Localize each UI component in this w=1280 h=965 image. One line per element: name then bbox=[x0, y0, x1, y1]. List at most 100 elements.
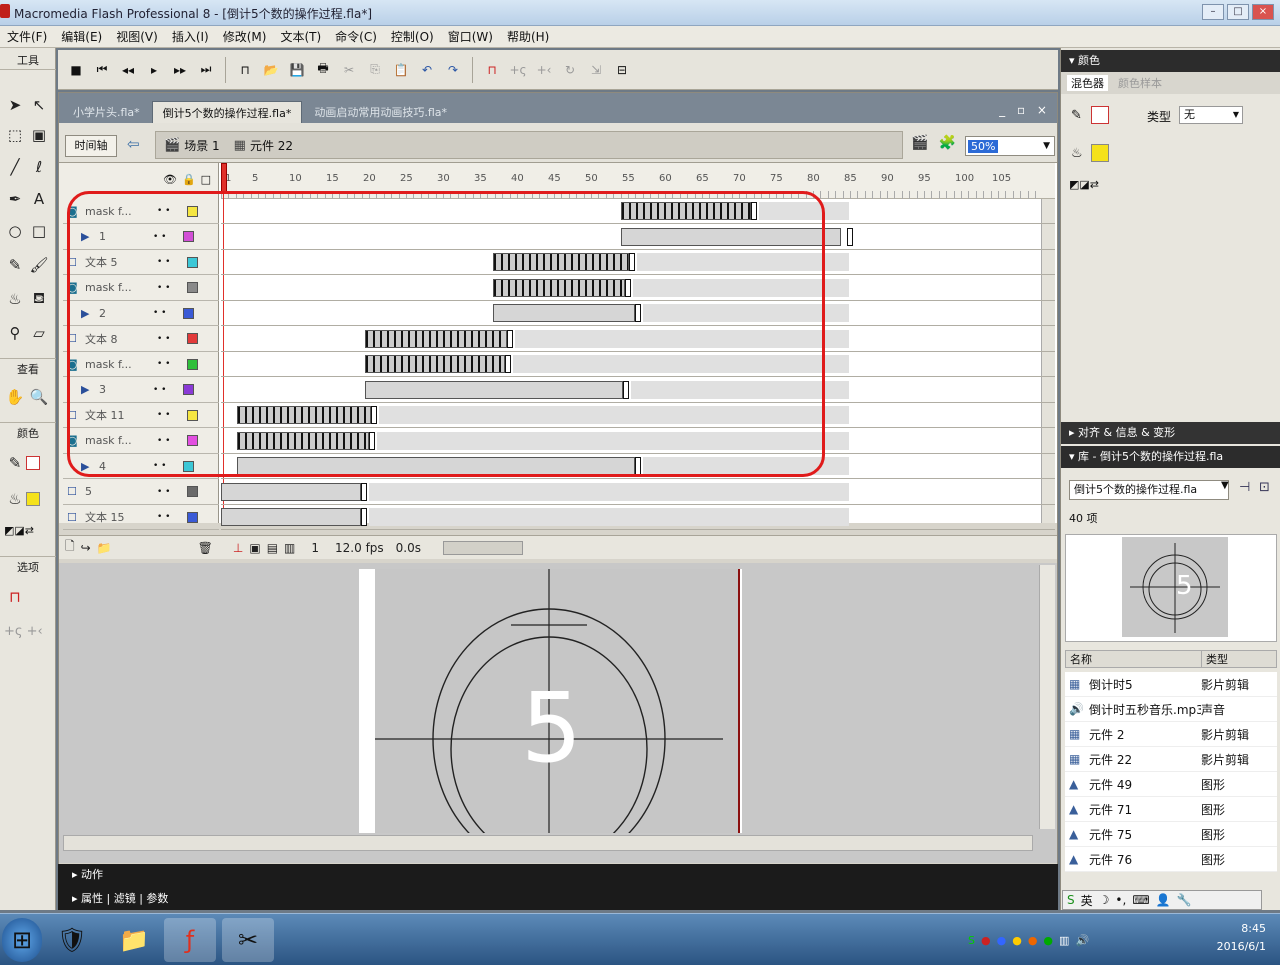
library-col-type[interactable]: 类型 bbox=[1202, 651, 1228, 667]
tray-icon[interactable]: ● bbox=[981, 934, 991, 947]
brush-tool-icon[interactable]: 🖌 bbox=[28, 254, 50, 276]
menu-item[interactable]: 文本(T) bbox=[273, 28, 328, 45]
clock[interactable]: 8:45 2016/6/1 bbox=[1217, 920, 1266, 956]
lock-icon[interactable]: 🔒 bbox=[182, 173, 196, 186]
undo-icon[interactable]: ↶ bbox=[417, 59, 437, 81]
library-item[interactable]: ▲ 元件 75 图形 bbox=[1065, 822, 1277, 847]
library-item[interactable]: 🔊 倒计时五秒音乐.mp3 声音 bbox=[1065, 697, 1277, 722]
library-item[interactable]: ▦ 元件 22 影片剪辑 bbox=[1065, 747, 1277, 772]
cut-icon[interactable]: ✂ bbox=[339, 59, 359, 81]
open-icon[interactable]: 📂 bbox=[261, 59, 281, 81]
tween-span[interactable] bbox=[221, 482, 361, 501]
text-tool-icon[interactable]: A bbox=[28, 188, 50, 210]
doc-tab-1[interactable]: 小学片头.fla* bbox=[63, 101, 150, 123]
rectangle-tool-icon[interactable]: □ bbox=[28, 220, 50, 242]
menu-item[interactable]: 命令(C) bbox=[328, 28, 384, 45]
fill-transform-icon[interactable]: ▣ bbox=[28, 124, 50, 146]
taskbar-explorer-icon[interactable]: 📁 bbox=[108, 918, 160, 962]
taskbar-tool-icon[interactable]: ✂ bbox=[222, 918, 274, 962]
free-transform-icon[interactable]: ⬚ bbox=[4, 124, 26, 146]
static-frames[interactable] bbox=[369, 508, 849, 526]
timeline-toggle-button[interactable]: 时间轴 bbox=[65, 135, 117, 157]
subselect-tool-icon[interactable]: ↖ bbox=[28, 94, 50, 116]
ime-mode[interactable]: 英 bbox=[1081, 892, 1093, 909]
taskbar-360-icon[interactable]: 🛡 bbox=[46, 918, 98, 962]
fill-color-swatch[interactable] bbox=[26, 492, 40, 506]
paste-icon[interactable]: 📋 bbox=[391, 59, 411, 81]
play-icon[interactable]: ▸ bbox=[144, 59, 164, 81]
minimize-button[interactable]: – bbox=[1202, 4, 1224, 20]
stroke-pencil-icon[interactable]: ✎ bbox=[1071, 108, 1082, 123]
layer-row[interactable]: ☐ 5 • • bbox=[63, 480, 219, 505]
color-swap-icons[interactable]: ◩◪⇄ bbox=[4, 524, 34, 537]
menu-item[interactable]: 插入(I) bbox=[165, 28, 216, 45]
end-keyframe[interactable] bbox=[361, 508, 367, 526]
timeline-hscroll[interactable] bbox=[443, 540, 524, 555]
library-col-name[interactable]: 名称 bbox=[1066, 651, 1202, 667]
pencil-tool-icon[interactable]: ✎ bbox=[4, 254, 26, 276]
align-icon[interactable]: ⊟ bbox=[612, 59, 632, 81]
layer-outline-color[interactable] bbox=[187, 511, 198, 523]
color-panel-header[interactable]: ▾ 颜色 bbox=[1061, 50, 1280, 72]
doc-tab-2[interactable]: 倒计5个数的操作过程.fla* bbox=[151, 101, 303, 123]
step-forward-icon[interactable]: ▸▸ bbox=[170, 59, 190, 81]
delete-layer-icon[interactable]: 🗑 bbox=[198, 541, 213, 555]
magnet-icon[interactable]: ⊓ bbox=[235, 59, 255, 81]
ime-user-icon[interactable]: 👤 bbox=[1156, 893, 1171, 907]
align-panel-header[interactable]: ▸ 对齐 & 信息 & 变形 bbox=[1061, 422, 1280, 444]
library-item[interactable]: ▦ 倒计时5 影片剪辑 bbox=[1065, 672, 1277, 697]
library-item[interactable]: ▲ 元件 71 图形 bbox=[1065, 797, 1277, 822]
doc-tab-3[interactable]: 动画启动常用动画技巧.fla* bbox=[304, 101, 457, 123]
properties-panel-header[interactable]: ▸ 属性 | 滤镜 | 参数 bbox=[58, 888, 1058, 910]
oval-tool-icon[interactable]: ○ bbox=[4, 220, 26, 242]
new-library-icon[interactable]: ⊡ bbox=[1259, 480, 1270, 495]
ink-bottle-icon[interactable]: ♨ bbox=[4, 288, 26, 310]
library-item[interactable]: ▦ 元件 2 影片剪辑 bbox=[1065, 722, 1277, 747]
smooth-icon[interactable]: +ς bbox=[508, 59, 528, 81]
stop-icon[interactable]: ■ bbox=[66, 59, 86, 81]
snap-magnet-icon[interactable]: ⊓ bbox=[4, 586, 26, 608]
fill-bucket-icon[interactable]: ♨ bbox=[1071, 146, 1083, 161]
tray-icon[interactable]: ● bbox=[1028, 934, 1038, 947]
library-item[interactable]: ▲ 元件 76 图形 bbox=[1065, 847, 1277, 872]
stage-vscroll[interactable] bbox=[1039, 565, 1055, 829]
menu-item[interactable]: 修改(M) bbox=[216, 28, 274, 45]
arrow-tool-icon[interactable]: ➤ bbox=[4, 94, 26, 116]
tab-color-swatches[interactable]: 颜色样本 bbox=[1118, 75, 1162, 91]
frame-row[interactable] bbox=[221, 505, 1055, 530]
menu-item[interactable]: 帮助(H) bbox=[500, 28, 556, 45]
stroke-swatch[interactable] bbox=[1091, 106, 1109, 124]
eyedropper-icon[interactable]: ⚲ bbox=[4, 322, 26, 344]
rewind-icon[interactable]: ⏮ bbox=[92, 59, 112, 81]
tray-icon[interactable]: ● bbox=[997, 934, 1007, 947]
end-keyframe[interactable] bbox=[847, 227, 853, 246]
swap-color-icons[interactable]: ◩◪⇄ bbox=[1069, 178, 1099, 191]
ime-punct-icon[interactable]: •, bbox=[1115, 893, 1126, 907]
fill-color-icon[interactable]: ♨ bbox=[4, 488, 26, 510]
line-tool-icon[interactable]: ╱ bbox=[4, 156, 26, 178]
ime-settings-icon[interactable]: 🔧 bbox=[1177, 893, 1192, 907]
tab-color-mixer[interactable]: 混色器 bbox=[1067, 75, 1108, 91]
center-frame-icon[interactable]: ⊥ bbox=[233, 541, 243, 555]
frame-rate[interactable]: 12.0 fps bbox=[335, 541, 384, 555]
back-arrow-icon[interactable]: ⇦ bbox=[127, 135, 145, 155]
menu-item[interactable]: 编辑(E) bbox=[54, 28, 109, 45]
menu-item[interactable]: 控制(O) bbox=[384, 28, 441, 45]
snap-icon[interactable]: ⊓ bbox=[482, 59, 502, 81]
layer-visibility-dots[interactable]: • • bbox=[157, 487, 187, 497]
add-guide-icon[interactable]: ↪ bbox=[81, 541, 91, 555]
library-doc-select[interactable]: 倒计5个数的操作过程.fla bbox=[1069, 480, 1229, 500]
copy-icon[interactable]: ⎘ bbox=[365, 59, 385, 81]
fill-swatch[interactable] bbox=[1091, 144, 1109, 162]
tray-icon[interactable]: ● bbox=[1043, 934, 1053, 947]
stage-hscroll[interactable] bbox=[63, 835, 1033, 851]
onion-outline-icon[interactable]: ▤ bbox=[267, 541, 278, 555]
straighten-icon[interactable]: +‹ bbox=[534, 59, 554, 81]
menu-item[interactable]: 窗口(W) bbox=[441, 28, 500, 45]
save-icon[interactable]: 💾 bbox=[287, 59, 307, 81]
actions-panel-header[interactable]: ▸ 动作 bbox=[58, 864, 1058, 886]
maximize-button[interactable]: □ bbox=[1227, 4, 1249, 20]
menu-item[interactable]: 文件(F) bbox=[0, 28, 54, 45]
outline-icon[interactable]: □ bbox=[201, 173, 211, 186]
zoom-select[interactable]: 50% ▼ bbox=[965, 136, 1055, 156]
